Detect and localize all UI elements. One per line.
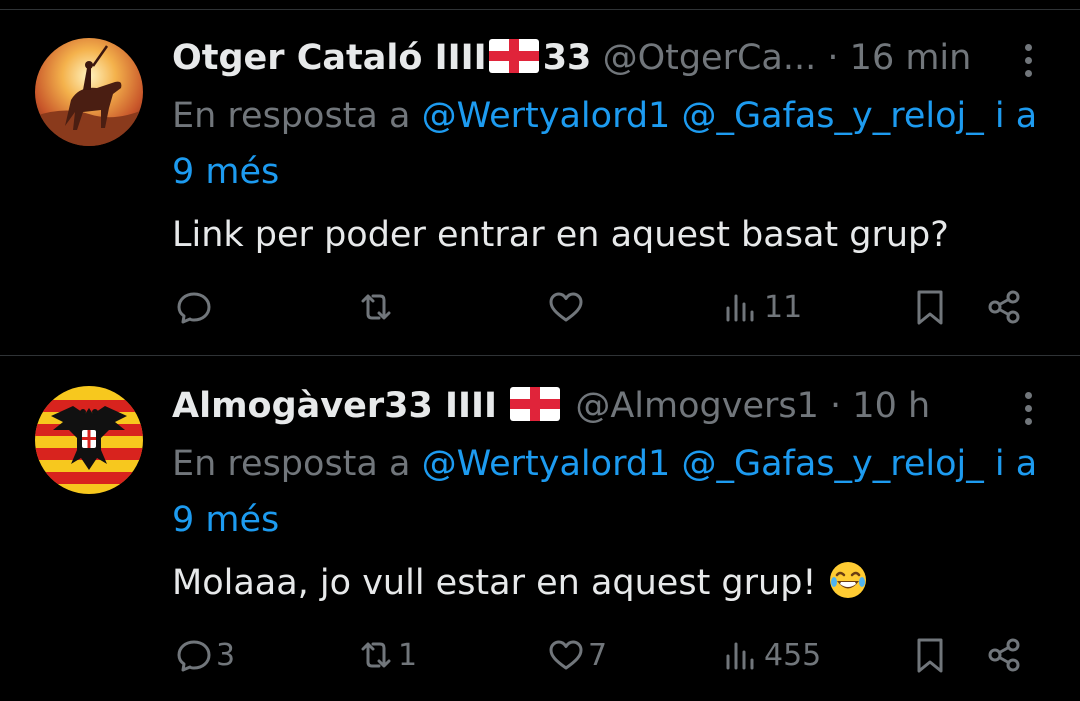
display-name-suffix[interactable]: 33 <box>543 38 592 78</box>
st-george-cross-flag-icon <box>510 387 561 421</box>
timestamp[interactable]: 16 min <box>850 38 972 78</box>
separator: · <box>827 38 839 78</box>
eagle-flag-icon <box>35 386 143 494</box>
tweet-header: Otger Cataló IIII 33 @OtgerCa... · 16 min <box>172 36 1000 80</box>
retweet-icon <box>361 642 391 668</box>
action-bar: 11 <box>0 285 1080 329</box>
heart-icon <box>549 292 583 322</box>
st-george-cross-flag-icon <box>488 39 539 73</box>
bookmark-button[interactable] <box>910 633 950 677</box>
avatar[interactable] <box>35 386 143 494</box>
speech-bubble-icon <box>177 292 211 324</box>
share-button[interactable] <box>984 633 1024 677</box>
reply-button[interactable]: 3 <box>174 633 235 677</box>
view-count: 455 <box>764 637 822 673</box>
like-count: 7 <box>588 637 608 673</box>
bar-chart-icon <box>726 294 754 322</box>
handle[interactable]: @Almogvers1 <box>575 386 819 426</box>
bookmark-icon <box>917 638 943 673</box>
action-bar: 3 1 7 455 <box>0 633 1080 677</box>
reply-button[interactable] <box>174 285 216 329</box>
tweet-text: Molaaa, jo vull estar en aquest grup! <box>172 559 1042 607</box>
like-button[interactable]: 7 <box>546 633 607 677</box>
views-button[interactable]: 11 <box>722 285 802 329</box>
views-button[interactable]: 455 <box>722 633 821 677</box>
tweet-text: Link per poder entrar en aquest basat gr… <box>172 211 1042 259</box>
timestamp[interactable]: 10 h <box>852 386 930 426</box>
tweet[interactable]: Almogàver33 IIII @Almogvers1 · 10 h En r… <box>0 356 1080 701</box>
separator: · <box>830 386 842 426</box>
reply-context: En resposta a @Wertyalord1 @_Gafas_y_rel… <box>172 436 1042 548</box>
retweet-icon <box>361 294 391 320</box>
reply-prefix: En resposta a <box>172 444 411 484</box>
view-count: 11 <box>764 289 803 325</box>
share-icon <box>988 290 1020 324</box>
joy-emoji-icon <box>829 562 866 598</box>
tweet-header: Almogàver33 IIII @Almogvers1 · 10 h <box>172 384 1000 428</box>
retweet-button[interactable]: 1 <box>356 633 417 677</box>
reply-count: 3 <box>216 637 236 673</box>
share-button[interactable] <box>984 285 1024 329</box>
more-vertical-icon[interactable] <box>1022 392 1034 431</box>
reply-joiner[interactable]: i <box>995 444 1005 484</box>
display-name[interactable]: Otger Cataló IIII <box>172 38 487 78</box>
mention-link[interactable]: @Wertyalord1 <box>422 96 671 136</box>
mention-link[interactable]: @_Gafas_y_reloj_ <box>681 444 983 484</box>
tweet-text-content: Molaaa, jo vull estar en aquest grup! <box>172 563 817 603</box>
speech-bubble-icon <box>177 640 211 672</box>
like-button[interactable] <box>546 285 588 329</box>
retweet-button[interactable] <box>356 285 398 329</box>
bookmark-icon <box>917 290 943 325</box>
heart-icon <box>549 640 583 670</box>
reply-prefix: En resposta a <box>172 96 411 136</box>
reply-joiner[interactable]: i <box>995 96 1005 136</box>
retweet-count: 1 <box>398 637 418 673</box>
mention-link[interactable]: @_Gafas_y_reloj_ <box>681 96 983 136</box>
reply-context: En resposta a @Wertyalord1 @_Gafas_y_rel… <box>172 88 1042 200</box>
more-vertical-icon[interactable] <box>1022 44 1034 83</box>
bookmark-button[interactable] <box>910 285 950 329</box>
share-icon <box>988 638 1020 672</box>
horse-rider-icon <box>35 38 143 146</box>
bar-chart-icon <box>726 642 754 670</box>
mention-link[interactable]: @Wertyalord1 <box>422 444 671 484</box>
handle[interactable]: @OtgerCa... <box>603 38 817 78</box>
tweet[interactable]: Otger Cataló IIII 33 @OtgerCa... · 16 min… <box>0 0 1080 356</box>
display-name[interactable]: Almogàver33 IIII <box>172 386 497 426</box>
avatar[interactable] <box>35 38 143 146</box>
tweet-text-content: Link per poder entrar en aquest basat gr… <box>172 215 949 255</box>
